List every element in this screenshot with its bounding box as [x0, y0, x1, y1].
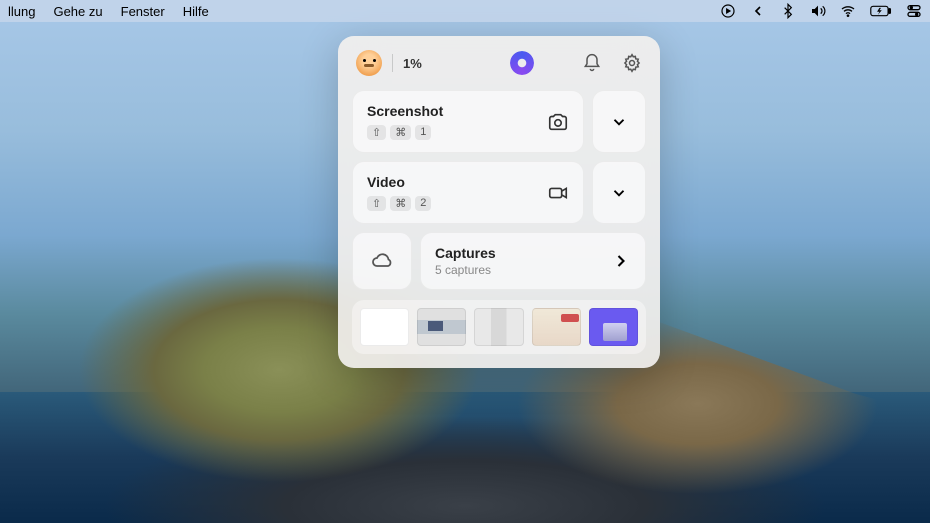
screenshot-button[interactable]: Screenshot ⇧ ⌘ 1 — [352, 90, 584, 153]
bluetooth-icon[interactable] — [780, 3, 796, 19]
screenshot-options-button[interactable] — [592, 90, 646, 153]
app-logo-icon[interactable] — [510, 51, 534, 75]
capture-thumbnail[interactable] — [474, 308, 523, 346]
panel-header: 1% — [352, 50, 646, 76]
video-shortcut: ⇧ ⌘ 2 — [367, 196, 431, 211]
menu-item[interactable]: Hilfe — [183, 4, 209, 19]
battery-icon[interactable] — [870, 3, 892, 19]
chevron-left-icon[interactable] — [750, 3, 766, 19]
video-label: Video — [367, 174, 431, 190]
thumbnail-strip — [352, 300, 646, 354]
video-camera-icon — [547, 182, 569, 204]
cloud-sync-button[interactable] — [352, 232, 412, 290]
video-button[interactable]: Video ⇧ ⌘ 2 — [352, 161, 584, 224]
menu-item[interactable]: Gehe zu — [53, 4, 102, 19]
storage-percent: 1% — [403, 56, 422, 71]
cloud-icon — [370, 249, 394, 273]
captures-button[interactable]: Captures 5 captures — [420, 232, 646, 290]
camera-icon — [547, 111, 569, 133]
captures-count: 5 captures — [435, 263, 496, 277]
volume-icon[interactable] — [810, 3, 826, 19]
wifi-icon[interactable] — [840, 3, 856, 19]
captures-label: Captures — [435, 245, 496, 261]
capture-thumbnail[interactable] — [532, 308, 581, 346]
chevron-right-icon — [611, 251, 631, 271]
screenshot-label: Screenshot — [367, 103, 443, 119]
bell-icon[interactable] — [582, 53, 602, 73]
capture-thumbnail[interactable] — [417, 308, 466, 346]
avatar[interactable] — [356, 50, 382, 76]
capture-thumbnail[interactable] — [589, 308, 638, 346]
chevron-down-icon — [610, 184, 628, 202]
menu-item[interactable]: Fenster — [121, 4, 165, 19]
screenshot-shortcut: ⇧ ⌘ 1 — [367, 125, 443, 140]
menu-item[interactable]: llung — [8, 4, 35, 19]
play-record-icon[interactable] — [720, 3, 736, 19]
divider — [392, 54, 393, 72]
capture-panel: 1% Screenshot ⇧ ⌘ 1 Video — [338, 36, 660, 368]
video-options-button[interactable] — [592, 161, 646, 224]
gear-icon[interactable] — [622, 53, 642, 73]
menubar: llung Gehe zu Fenster Hilfe — [0, 0, 930, 22]
capture-thumbnail[interactable] — [360, 308, 409, 346]
control-center-icon[interactable] — [906, 3, 922, 19]
chevron-down-icon — [610, 113, 628, 131]
